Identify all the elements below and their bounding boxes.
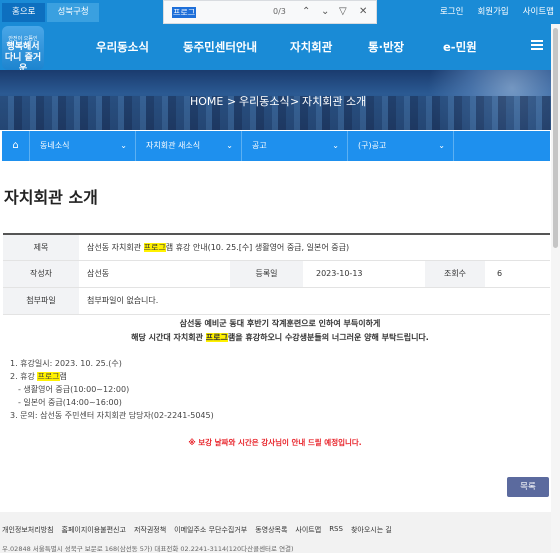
breadcrumb-current: 자치회관 소개 <box>302 95 367 108</box>
author-label: 작성자 <box>3 260 79 288</box>
breadcrumb-home[interactable]: HOME <box>190 96 223 108</box>
subnav-hall-news[interactable]: 자치회관 새소식 ⌄ <box>136 131 242 161</box>
breadcrumb-separator: > <box>290 95 300 108</box>
logo-text-1: 행복해서 <box>6 42 40 52</box>
breadcrumb-separator: > <box>227 95 237 108</box>
content-item-2b: - 일본어 중급(14:00~16:00) <box>18 398 122 407</box>
find-next-icon[interactable]: ⌄ <box>321 6 329 18</box>
chevron-down-icon: ⌄ <box>438 141 445 150</box>
page-scrollbar[interactable] <box>551 24 560 553</box>
login-link[interactable]: 로그인 <box>440 0 463 24</box>
report-link[interactable]: 홈페이지이용불편신고 <box>62 525 126 535</box>
copyright-link[interactable]: 저작권정책 <box>134 525 166 535</box>
email-refusal-link[interactable]: 이메일주소 무단수집거부 <box>174 525 247 535</box>
content-item-2a: - 생활영어 중급(10:00~12:00) <box>18 385 130 394</box>
chevron-down-icon: ⌄ <box>226 141 233 150</box>
gnb-eminwon[interactable]: e-민원 <box>443 24 477 70</box>
views-label: 조회수 <box>425 260 485 288</box>
footer-address: 우.02848 서울특별시 성북구 보문로 168(삼선동 5가) 대표전화 0… <box>2 545 294 553</box>
subnav-local-news[interactable]: 동네소식 ⌄ <box>30 131 136 161</box>
gnb-autonomy-hall[interactable]: 자치회관 <box>290 24 332 70</box>
views-value: 6 <box>485 260 550 288</box>
find-close-icon[interactable]: ✕ <box>359 6 367 18</box>
content-item-1: 1. 휴강일시: 2023. 10. 25.(수) <box>10 359 122 368</box>
chevron-down-icon: ⌄ <box>332 141 339 150</box>
sub-navigation: ⌂ 동네소식 ⌄ 자치회관 새소식 ⌄ 공고 ⌄ (구)공고 ⌄ <box>2 131 550 161</box>
attachment-value: 첨부파일이 없습니다. <box>79 287 550 315</box>
video-list-link[interactable]: 동영상목록 <box>255 525 287 535</box>
content-item-3: 3. 문의: 삼선동 주민센터 자치회관 담당자(02-2241-5045) <box>10 411 214 420</box>
subnav-old-announcement[interactable]: (구)공고 ⌄ <box>348 131 454 161</box>
privacy-policy-link[interactable]: 개인정보처리방침 <box>2 525 54 535</box>
menu-icon[interactable] <box>531 40 543 50</box>
rss-link[interactable]: RSS <box>329 525 343 535</box>
post-title: 삼선동 자치회관 프로그램 휴강 안내(10. 25.[수] 생활영어 중급, … <box>79 233 550 261</box>
chevron-down-icon: ⌄ <box>120 141 127 150</box>
footer-sitemap-link[interactable]: 사이트맵 <box>295 525 321 535</box>
page-title: 자치회관 소개 <box>4 188 98 207</box>
guchung-link[interactable]: 성북구청 <box>47 3 99 22</box>
post-info-table: 제목 삼선동 자치회관 프로그램 휴강 안내(10. 25.[수] 생활영어 중… <box>3 233 550 315</box>
directions-link[interactable]: 찾아오시는 길 <box>351 525 392 535</box>
find-input[interactable]: 프로그 <box>172 7 197 18</box>
date-value: 2023-10-13 <box>303 260 425 288</box>
list-button[interactable]: 목록 <box>507 477 549 497</box>
find-in-page-bar: 프로그 0/3 ⌃ ⌄ ▽ ✕ <box>163 0 377 24</box>
find-match-count: 0/3 <box>273 7 286 16</box>
attachment-label: 첨부파일 <box>3 287 79 315</box>
site-logo[interactable]: 안전이 으뜸인 행복해서 다니 즐거운 <box>2 26 44 74</box>
home-icon[interactable]: ⌂ <box>2 131 30 161</box>
content-item-2: 2. 휴강 프로그램 <box>10 372 67 381</box>
author-value: 삼선동 <box>79 260 230 288</box>
footer-links: 개인정보처리방침 홈페이지이용불편신고 저작권정책 이메일주소 무단수집거부 동… <box>2 525 392 535</box>
scrollbar-thumb[interactable] <box>553 28 558 248</box>
notice-line-1: 삼선동 예비군 동대 후반기 작계훈련으로 인하여 부득이하게 <box>179 319 381 328</box>
gnb-center-info[interactable]: 동주민센터안내 <box>183 24 257 70</box>
date-label: 등록일 <box>230 260 303 288</box>
logo-text-2: 다니 <box>4 53 22 63</box>
home-link[interactable]: 홈으로 <box>2 3 46 22</box>
notice-line-2: 해당 시간대 자치회관 프로그램을 휴강하오니 수강생분들의 너그러운 양해 부… <box>131 333 429 342</box>
breadcrumb-news[interactable]: 우리동소식 <box>239 96 290 108</box>
join-link[interactable]: 회원가입 <box>477 0 508 24</box>
subnav-announcement[interactable]: 공고 ⌄ <box>242 131 348 161</box>
find-previous-icon[interactable]: ⌃ <box>302 6 310 18</box>
sitemap-link[interactable]: 사이트맵 <box>523 0 554 24</box>
gnb-news[interactable]: 우리동소식 <box>96 24 149 70</box>
gnb-tongban[interactable]: 통·반장 <box>368 24 404 70</box>
makeup-class-notice: ※ 보강 날짜와 시간은 강사님이 안내 드릴 예정입니다. <box>188 438 362 447</box>
title-label: 제목 <box>3 233 79 261</box>
find-filter-icon[interactable]: ▽ <box>339 6 347 18</box>
